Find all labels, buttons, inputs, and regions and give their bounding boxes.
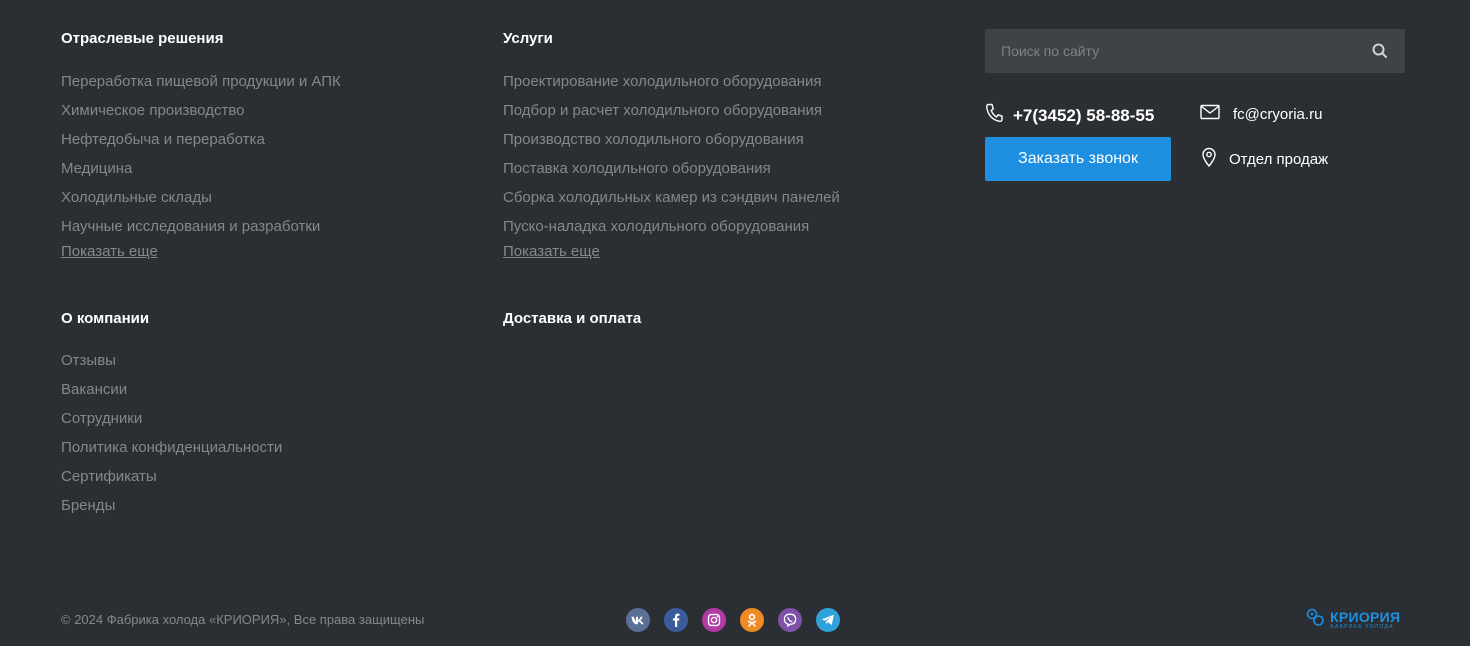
industry-link[interactable]: Химическое производство	[61, 101, 341, 130]
viber-icon[interactable]	[778, 608, 802, 632]
services-show-more-link[interactable]: Показать еще	[503, 242, 600, 262]
search-input[interactable]	[985, 29, 1365, 73]
phone-number[interactable]: +7(3452) 58-88-55	[1013, 106, 1154, 126]
company-links: Отзывы Вакансии Сотрудники Политика конф…	[61, 351, 282, 525]
phone-icon	[985, 103, 1003, 128]
services-link[interactable]: Производство холодильного оборудования	[503, 130, 840, 159]
services-link[interactable]: Подбор и расчет холодильного оборудовани…	[503, 101, 840, 130]
social-links	[626, 608, 840, 632]
services-heading: Услуги	[503, 30, 553, 47]
services-link[interactable]: Проектирование холодильного оборудования	[503, 72, 840, 101]
industry-column: Отраслевые решения Переработка пищевой п…	[61, 29, 341, 262]
delivery-column: Доставка и оплата	[503, 309, 641, 329]
search-icon[interactable]	[1371, 42, 1389, 60]
logo-mark-icon	[1305, 606, 1327, 633]
sales-department-label[interactable]: Отдел продаж	[1229, 151, 1328, 168]
delivery-heading[interactable]: Доставка и оплата	[503, 309, 641, 329]
logo-name: КРИОРИЯ	[1330, 608, 1401, 625]
industry-link[interactable]: Переработка пищевой продукции и АПК	[61, 72, 341, 101]
logo-tagline: ФАБРИКА ХОЛОДА	[1330, 623, 1394, 630]
location-pin-icon	[1201, 147, 1217, 172]
order-call-button[interactable]: Заказать звонок	[985, 137, 1171, 181]
company-link[interactable]: Политика конфиденциальности	[61, 438, 282, 467]
phone-contact[interactable]: +7(3452) 58-88-55	[985, 103, 1154, 128]
sales-department[interactable]: Отдел продаж	[1201, 147, 1328, 172]
company-link[interactable]: Вакансии	[61, 380, 282, 409]
services-link[interactable]: Поставка холодильного оборудования	[503, 159, 840, 188]
search-box	[985, 29, 1405, 73]
services-links: Проектирование холодильного оборудования…	[503, 72, 840, 246]
email-contact[interactable]: fc@cryoria.ru	[1200, 104, 1322, 125]
company-link[interactable]: Отзывы	[61, 351, 282, 380]
industry-link[interactable]: Холодильные склады	[61, 188, 341, 217]
company-link[interactable]: Сертификаты	[61, 467, 282, 496]
industry-heading: Отраслевые решения	[61, 30, 224, 47]
copyright-text: © 2024 Фабрика холода «КРИОРИЯ», Все пра…	[61, 612, 425, 627]
company-logo[interactable]: КРИОРИЯ ФАБРИКА ХОЛОДА	[1305, 606, 1400, 633]
services-column: Услуги Проектирование холодильного обору…	[503, 29, 840, 262]
vk-icon[interactable]	[626, 608, 650, 632]
industry-links: Переработка пищевой продукции и АПК Хими…	[61, 72, 341, 246]
envelope-icon	[1200, 104, 1220, 125]
industry-link[interactable]: Медицина	[61, 159, 341, 188]
company-link[interactable]: Бренды	[61, 496, 282, 525]
instagram-icon[interactable]	[702, 608, 726, 632]
company-link[interactable]: Сотрудники	[61, 409, 282, 438]
industry-show-more-link[interactable]: Показать еще	[61, 242, 158, 262]
facebook-icon[interactable]	[664, 608, 688, 632]
industry-link[interactable]: Нефтедобыча и переработка	[61, 130, 341, 159]
company-heading[interactable]: О компании	[61, 309, 282, 329]
company-column: О компании Отзывы Вакансии Сотрудники По…	[61, 309, 282, 525]
telegram-icon[interactable]	[816, 608, 840, 632]
odnoklassniki-icon[interactable]	[740, 608, 764, 632]
services-link[interactable]: Сборка холодильных камер из сэндвич пане…	[503, 188, 840, 217]
email-address[interactable]: fc@cryoria.ru	[1233, 106, 1322, 123]
